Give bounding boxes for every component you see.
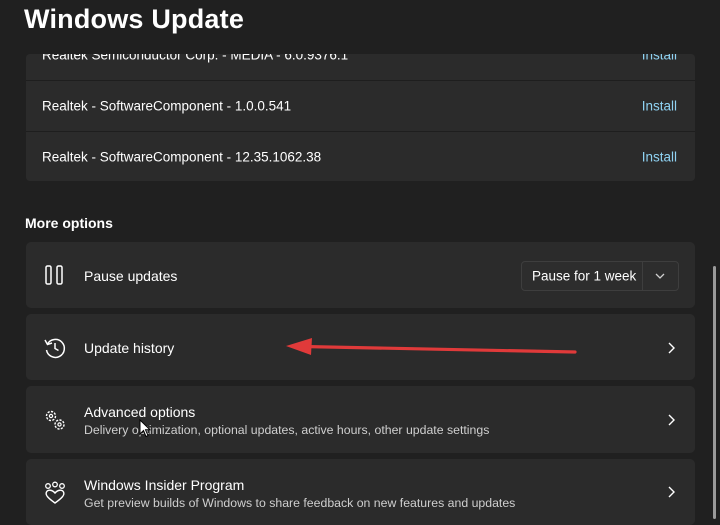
pause-updates-card: Pause updates Pause for 1 week bbox=[26, 242, 695, 308]
driver-updates-list: Realtek Semiconductor Corp. - MEDIA - 6.… bbox=[26, 54, 695, 181]
driver-name: Realtek - SoftwareComponent - 12.35.1062… bbox=[42, 149, 322, 164]
insider-program-description: Get preview builds of Windows to share f… bbox=[84, 496, 516, 510]
pause-updates-label: Pause updates bbox=[84, 268, 178, 284]
insider-program-label: Windows Insider Program bbox=[84, 477, 245, 493]
chevron-right-icon bbox=[668, 414, 675, 426]
chevron-right-icon bbox=[668, 342, 675, 354]
install-link[interactable]: Install bbox=[642, 98, 677, 113]
insider-icon bbox=[45, 481, 65, 504]
driver-row: Realtek - SoftwareComponent - 1.0.0.541 … bbox=[26, 80, 695, 130]
install-link[interactable]: Install bbox=[642, 149, 677, 164]
insider-program-card[interactable]: Windows Insider Program Get preview buil… bbox=[26, 459, 695, 525]
update-history-card[interactable]: Update history bbox=[26, 314, 695, 380]
advanced-options-card[interactable]: Advanced options Delivery optimization, … bbox=[26, 386, 695, 453]
chevron-right-icon bbox=[668, 486, 675, 498]
driver-row: Realtek - SoftwareComponent - 12.35.1062… bbox=[26, 131, 695, 181]
driver-name: Realtek - SoftwareComponent - 1.0.0.541 bbox=[42, 98, 292, 113]
page-title: Windows Update bbox=[24, 4, 245, 34]
gears-icon bbox=[45, 410, 65, 430]
driver-row: Realtek Semiconductor Corp. - MEDIA - 6.… bbox=[26, 54, 695, 79]
mouse-cursor-icon bbox=[139, 419, 151, 438]
history-icon bbox=[44, 338, 66, 359]
pause-duration-dropdown[interactable]: Pause for 1 week bbox=[521, 261, 679, 291]
pause-duration-value: Pause for 1 week bbox=[532, 268, 637, 284]
scrollbar-thumb[interactable] bbox=[713, 266, 716, 519]
more-options-header: More options bbox=[25, 215, 113, 231]
chevron-down-icon bbox=[655, 273, 665, 279]
advanced-options-label: Advanced options bbox=[84, 404, 196, 420]
update-history-label: Update history bbox=[84, 340, 175, 356]
pause-icon bbox=[45, 265, 63, 285]
install-link[interactable]: Install bbox=[642, 54, 677, 62]
driver-name: Realtek Semiconductor Corp. - MEDIA - 6.… bbox=[42, 54, 349, 62]
dropdown-divider bbox=[642, 262, 643, 290]
